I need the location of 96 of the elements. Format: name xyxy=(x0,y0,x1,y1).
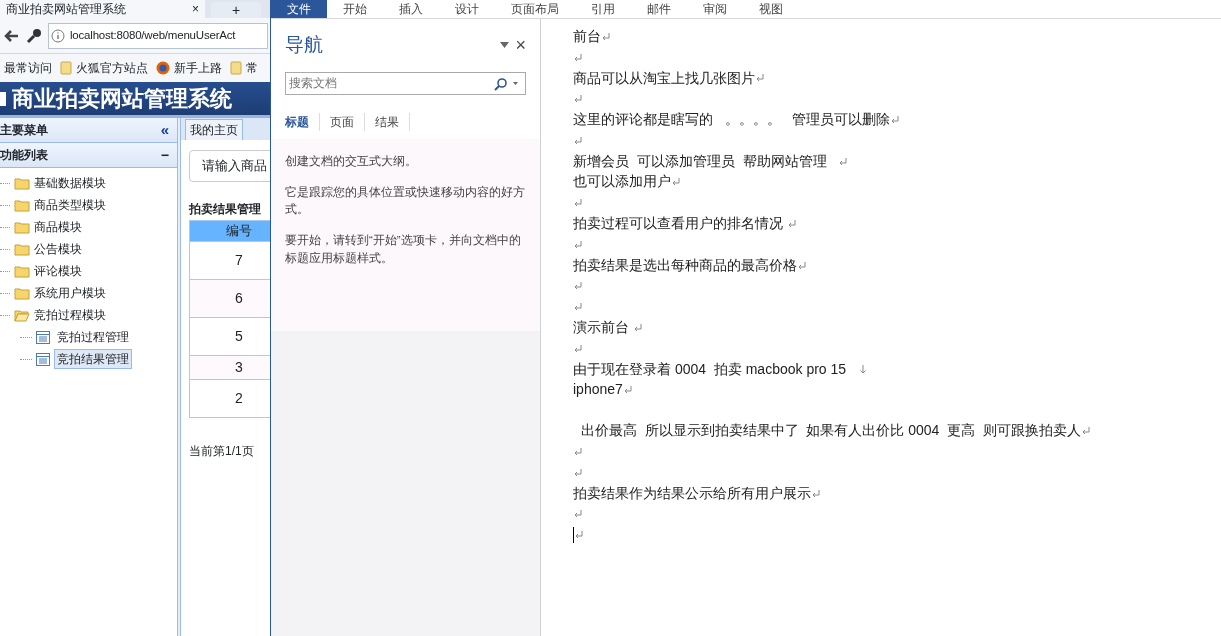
document-search-field[interactable]: 搜索文档 xyxy=(285,71,526,95)
paragraph-mark-icon xyxy=(633,323,642,333)
browser-tab[interactable]: 商业拍卖网站管理系统 × xyxy=(0,0,205,18)
table-cell: 6 xyxy=(189,279,270,317)
tree-item[interactable]: 竞拍过程管理 xyxy=(54,327,132,347)
paragraph-mark-icon xyxy=(574,52,582,62)
paragraph-mark-icon xyxy=(574,198,582,208)
folder-icon xyxy=(230,61,242,75)
document-text: 这里的评论都是瞎写的 。。。。 管理员可以删除 xyxy=(573,110,891,130)
collapse-section-button[interactable]: − xyxy=(160,149,169,161)
page-tab[interactable]: 我的主页 xyxy=(185,119,243,140)
tab-close-button[interactable]: × xyxy=(192,3,199,15)
ribbon-tab[interactable]: 插入 xyxy=(383,0,439,18)
dropdown-icon xyxy=(511,80,521,87)
tab-title: 商业拍卖网站管理系统 xyxy=(6,3,126,15)
dropdown-icon[interactable] xyxy=(500,42,510,49)
bookmark-link[interactable]: 最常访问 xyxy=(4,59,52,77)
paragraph-mark-icon xyxy=(574,509,582,519)
paragraph-mark-icon xyxy=(574,343,582,353)
page-icon xyxy=(36,352,50,366)
document-text: 拍卖结果是选出每种商品的最高价格 xyxy=(573,255,797,275)
pane-tab[interactable]: 结果 xyxy=(365,112,410,131)
tree-item-label: 公告模块 xyxy=(34,241,82,258)
pane-title: 导航 xyxy=(285,33,323,57)
table-cell: 3 xyxy=(189,355,270,379)
address-bar[interactable]: localhost:8080/web/menuUserAct xyxy=(48,22,268,49)
hint-text: 它是跟踪您的具体位置或快速移动内容的好方式。 xyxy=(285,184,526,217)
search-icon xyxy=(494,76,508,91)
paragraph-mark-icon xyxy=(839,156,848,166)
paragraph-mark-icon xyxy=(798,260,806,270)
tree-item-label: 竞拍过程模块 xyxy=(34,307,106,324)
tree-item-label: 商品模块 xyxy=(34,219,82,236)
menu-title: 主要菜单 xyxy=(0,122,48,139)
paragraph-mark-icon xyxy=(756,73,764,83)
paragraph-mark-icon xyxy=(812,488,820,498)
globe-icon xyxy=(156,61,170,75)
logo-icon xyxy=(0,91,6,106)
ribbon-tab[interactable]: 文件 xyxy=(271,0,327,18)
column-header: 编号 xyxy=(189,220,270,241)
ribbon-tab[interactable]: 开始 xyxy=(327,0,383,18)
table-title: 拍卖结果管理 xyxy=(189,201,262,218)
site-title: 商业拍卖网站管理系统 xyxy=(12,85,232,113)
ribbon-tab[interactable]: 视图 xyxy=(743,0,799,18)
hint-text: 要开始，请转到“开始”选项卡，并向文档中的标题应用标题样式。 xyxy=(285,233,522,266)
document-text: 新增会员 可以添加管理员 帮助网站管理 xyxy=(573,151,828,171)
pane-tab[interactable]: 页面 xyxy=(320,112,365,131)
pager-text: 当前第1/1页 xyxy=(189,442,255,460)
ribbon-tab[interactable]: 页面布局 xyxy=(495,0,575,18)
tree-item-label: 评论模块 xyxy=(34,263,82,280)
document-text: 拍卖结果作为结果公示给所有用户展示 xyxy=(573,483,811,503)
folder-icon xyxy=(60,61,72,75)
document-text: 出价最高 所以显示到拍卖结果中了 如果有人出价比 0004 更高 则可跟换拍卖人 xyxy=(579,421,1081,441)
collapse-button[interactable]: « xyxy=(160,124,169,136)
paragraph-mark-icon xyxy=(787,219,796,229)
section-title: 功能列表 xyxy=(0,147,48,164)
paragraph-mark-icon xyxy=(1081,426,1090,436)
key-icon xyxy=(26,27,42,44)
ribbon-tab[interactable]: 审阅 xyxy=(687,0,743,18)
document-text: 前台 xyxy=(573,26,601,46)
paragraph-mark-icon xyxy=(602,31,610,41)
bookmark-link[interactable]: 新手上路 xyxy=(156,59,222,77)
text-cursor xyxy=(573,526,574,543)
tree-item[interactable]: 竞拍结果管理 xyxy=(54,349,132,369)
paragraph-mark-icon xyxy=(574,135,582,145)
paragraph-mark-icon xyxy=(891,115,900,125)
hint-text: 创建文档的交互式大纲。 xyxy=(285,153,418,169)
tree-item-label: 商品类型模块 xyxy=(34,197,106,214)
document-text: 由于现在登录着 0004 拍卖 macbook pro 15 xyxy=(573,359,848,379)
paragraph-mark-icon xyxy=(574,302,582,312)
bookmark-link[interactable]: 常 xyxy=(230,59,258,77)
paragraph-mark-icon xyxy=(672,177,680,187)
paragraph-mark-icon xyxy=(574,447,582,457)
paragraph-mark-icon xyxy=(575,530,583,540)
ribbon-tab[interactable]: 邮件 xyxy=(631,0,687,18)
document-text: 演示前台 xyxy=(573,318,630,338)
pane-tab[interactable]: 标题 xyxy=(285,112,320,131)
paragraph-mark-icon xyxy=(574,239,582,249)
document-text: iphone7 xyxy=(573,380,623,400)
document-text: 也可以添加用户 xyxy=(573,172,671,192)
new-tab-button[interactable]: + xyxy=(211,2,261,18)
bookmark-link[interactable]: 火狐官方站点 xyxy=(60,59,148,77)
ribbon-tab[interactable]: 引用 xyxy=(575,0,631,18)
close-button[interactable]: × xyxy=(515,38,526,53)
info-icon xyxy=(51,28,65,43)
tree-item-label: 系统用户模块 xyxy=(34,285,106,302)
search-placeholder: 请输入商品 xyxy=(202,157,267,176)
paragraph-mark-icon xyxy=(623,385,632,395)
paragraph-mark-icon xyxy=(574,467,582,477)
paragraph-mark-icon xyxy=(574,281,582,291)
tree-item-label: 基础数据模块 xyxy=(34,175,106,192)
document-text: 拍卖过程可以查看用户的排名情况 xyxy=(573,214,784,234)
document-text: 商品可以从淘宝上找几张图片 xyxy=(573,68,755,88)
page-icon xyxy=(36,330,50,344)
ribbon-tab[interactable]: 设计 xyxy=(439,0,495,18)
line-break-icon xyxy=(858,364,867,374)
paragraph-mark-icon xyxy=(574,94,582,104)
